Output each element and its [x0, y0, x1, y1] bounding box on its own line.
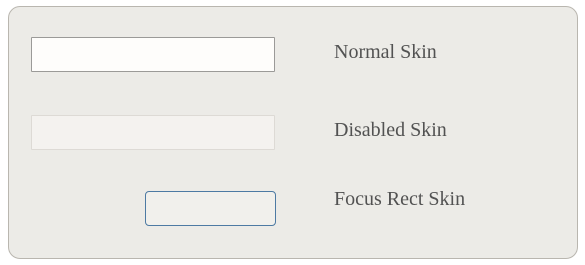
normal-skin-input[interactable] [31, 37, 275, 72]
focus-rect-skin-label: Focus Rect Skin [334, 188, 466, 210]
focus-rect-skin-field[interactable] [145, 191, 276, 226]
skin-demo-panel: Normal Skin Disabled Skin Focus Rect Ski… [8, 6, 578, 259]
disabled-skin-label: Disabled Skin [334, 119, 447, 141]
disabled-skin-input [31, 115, 275, 150]
normal-skin-label: Normal Skin [334, 41, 437, 63]
